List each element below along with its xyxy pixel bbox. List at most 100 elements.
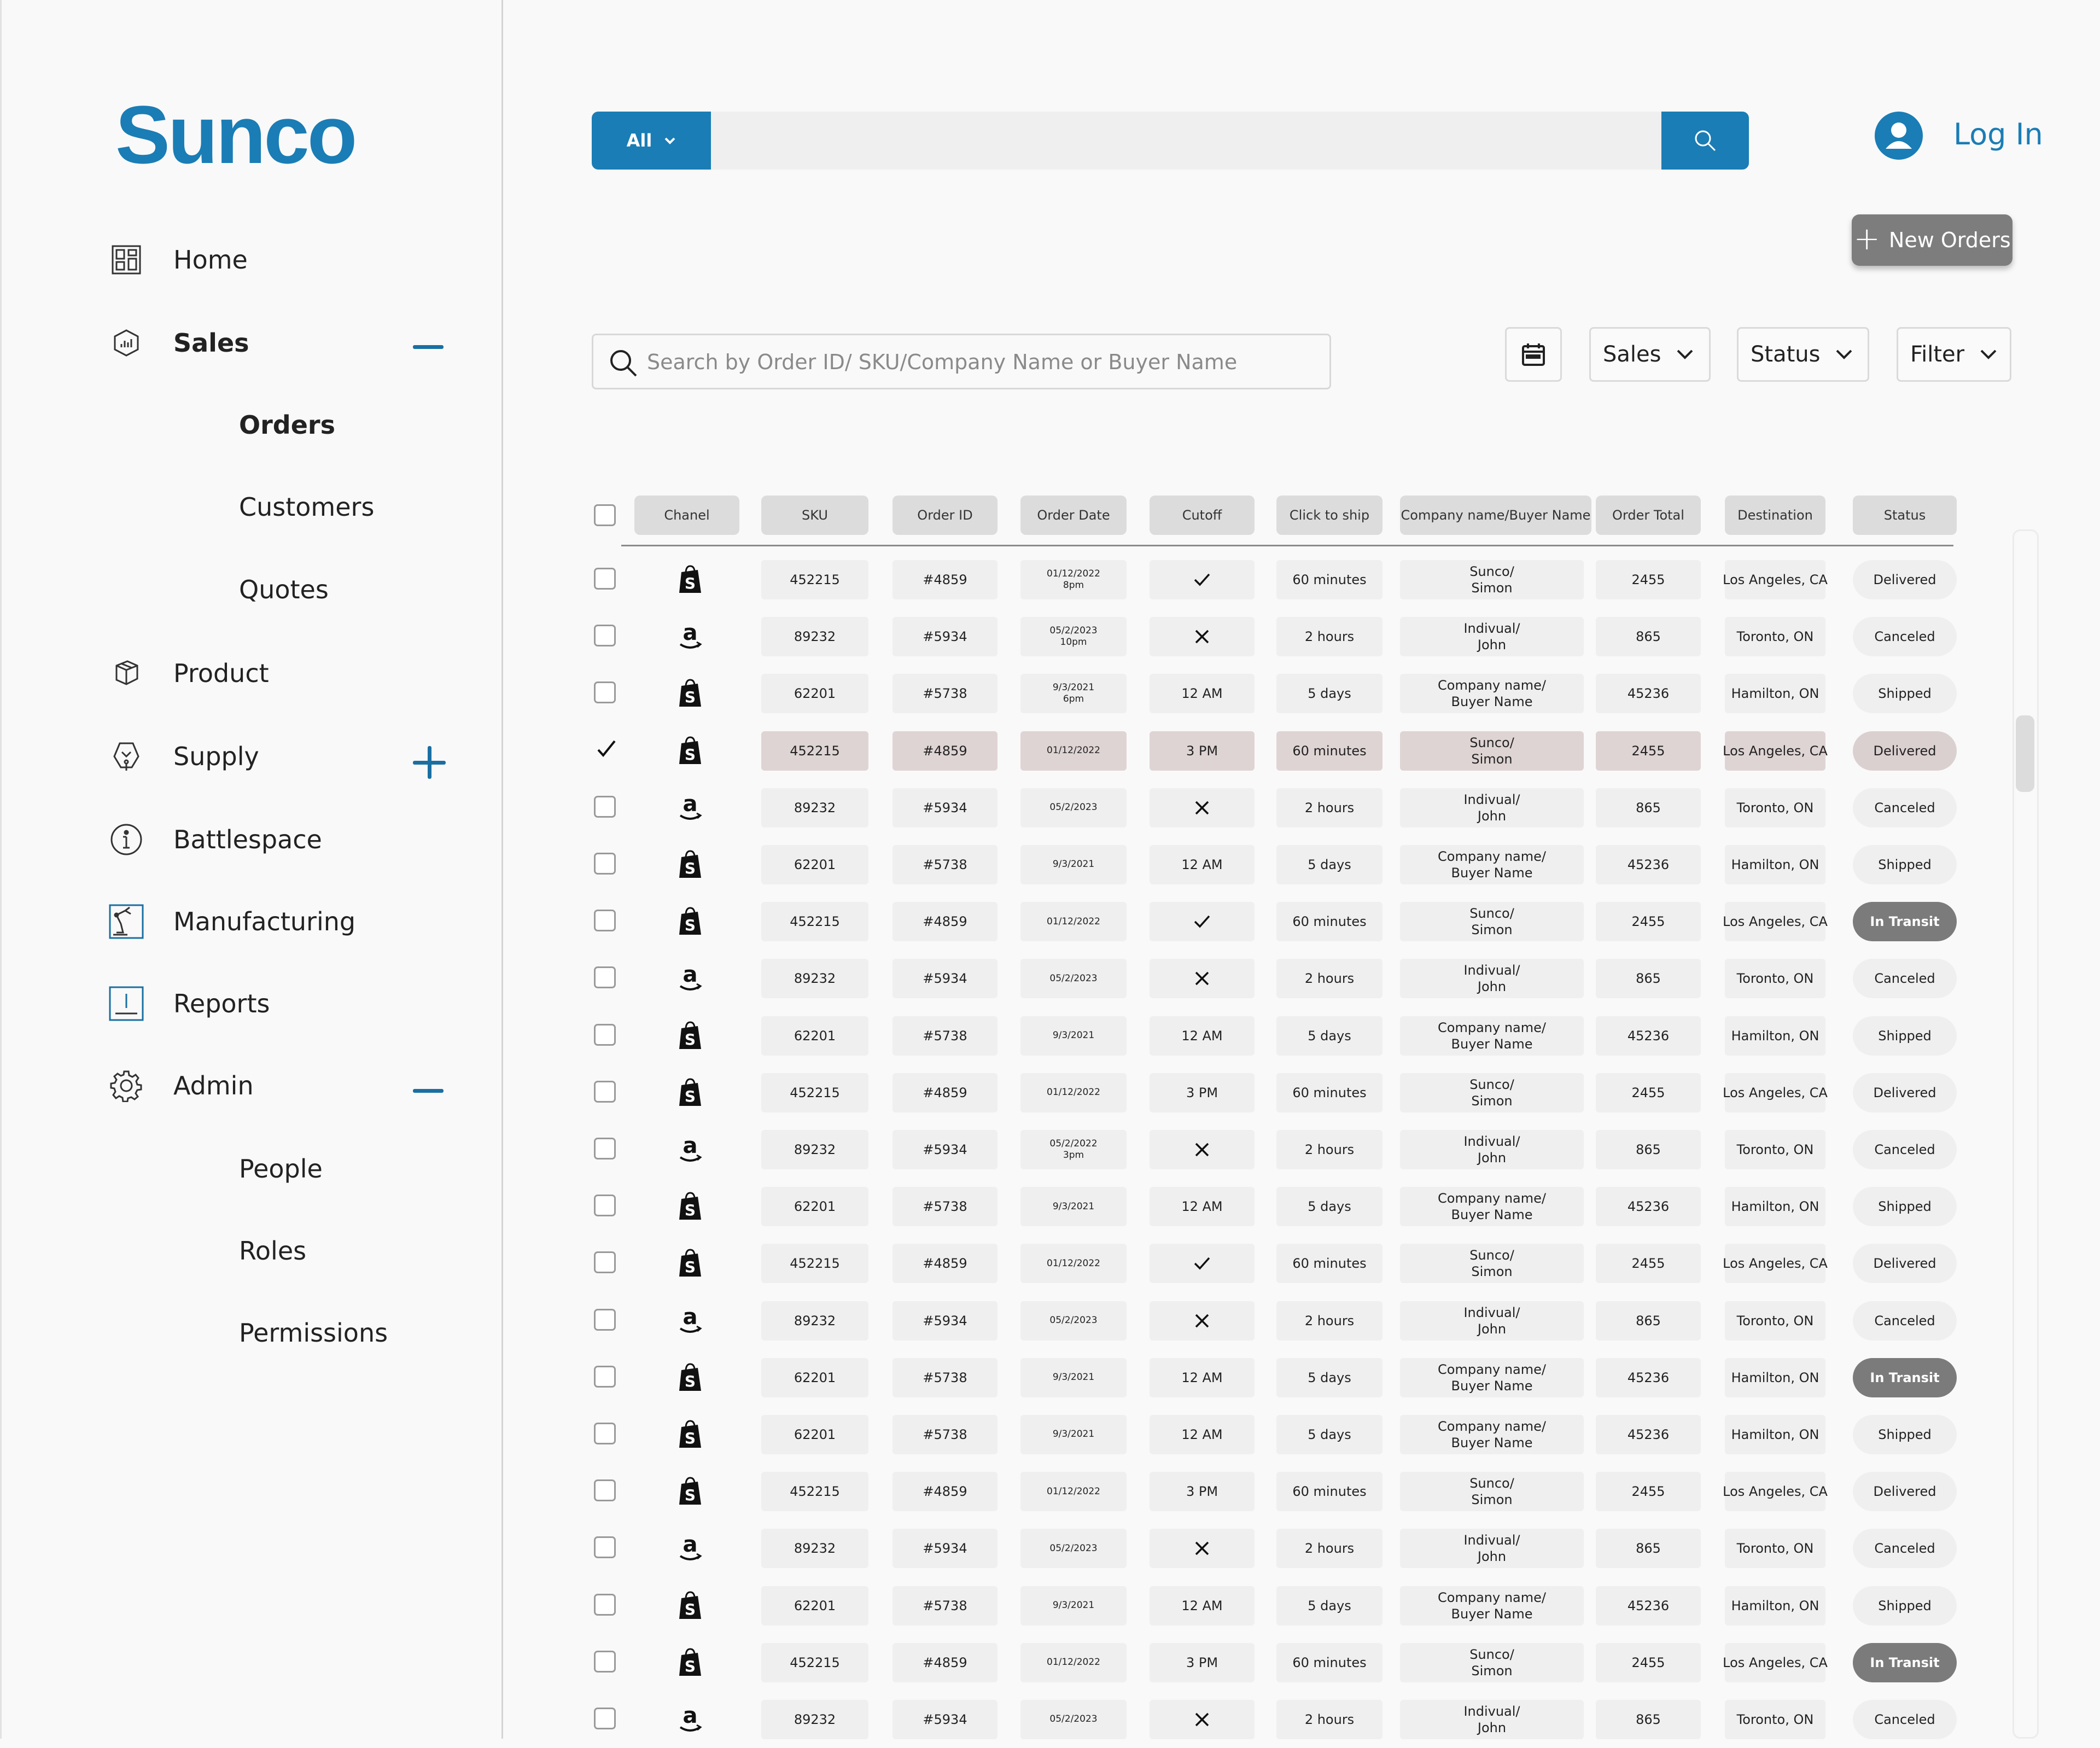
- row-checkbox[interactable]: [594, 1536, 616, 1559]
- order-id-cell[interactable]: #4859: [892, 1472, 998, 1512]
- table-row[interactable]: S 452215 #4859 01/12/2022 8pm 60 minutes Sunco…: [592, 551, 1959, 608]
- click-to-ship-cell[interactable]: 2 hours: [1276, 617, 1382, 657]
- sidebar-subitem-quotes[interactable]: Quotes: [239, 575, 329, 604]
- row-checkbox[interactable]: [594, 1023, 616, 1046]
- click-to-ship-cell[interactable]: 2 hours: [1276, 788, 1382, 828]
- search-button[interactable]: [1661, 112, 1749, 170]
- status-badge[interactable]: In Transit: [1853, 1357, 1957, 1397]
- order-id-cell[interactable]: #5934: [892, 959, 998, 999]
- click-to-ship-cell[interactable]: 5 days: [1276, 1357, 1382, 1397]
- click-to-ship-cell[interactable]: 60 minutes: [1276, 731, 1382, 771]
- click-to-ship-cell[interactable]: 5 days: [1276, 1016, 1382, 1056]
- click-to-ship-cell[interactable]: 60 minutes: [1276, 1472, 1382, 1512]
- table-row[interactable]: a 89232 #5934 05/2/2023 2 hours Indivual/John…: [592, 779, 1959, 836]
- sidebar-subitem-people[interactable]: People: [239, 1154, 323, 1184]
- table-row[interactable]: S 62201 #5738 9/3/2021 12 AM 5 days Company na…: [592, 1178, 1959, 1235]
- sidebar-item-admin[interactable]: Admin: [109, 1061, 254, 1110]
- row-checkbox[interactable]: [594, 1423, 616, 1444]
- column-header-company[interactable]: Company name/Buyer Name: [1400, 496, 1591, 535]
- table-row[interactable]: S 62201 #5738 9/3/2021 12 AM 5 days Company na…: [592, 836, 1959, 893]
- table-row[interactable]: S 62201 #5738 9/3/2021 12 AM 5 days Company na…: [592, 1406, 1959, 1463]
- row-checkbox[interactable]: [594, 681, 616, 704]
- status-badge[interactable]: Delivered: [1853, 731, 1957, 771]
- order-id-cell[interactable]: #5738: [892, 674, 998, 714]
- avatar[interactable]: [1875, 112, 1923, 160]
- status-badge[interactable]: Shipped: [1853, 1586, 1957, 1625]
- order-search-input[interactable]: [646, 335, 1315, 389]
- table-row[interactable]: a 89232 #5934 05/2/2023 2 hours Indivual/John…: [592, 1292, 1959, 1349]
- row-checkbox[interactable]: [594, 1479, 616, 1502]
- filter-dropdown[interactable]: Filter: [1897, 327, 2011, 382]
- row-checkbox[interactable]: [594, 1365, 616, 1388]
- column-header-chanel[interactable]: Chanel: [634, 496, 739, 535]
- table-row[interactable]: S 452215 #4859 01/12/2022 3 PM 60 minutes Sunc…: [592, 1064, 1959, 1121]
- table-row[interactable]: S 452215 #4859 01/12/2022 60 minutes Sunco/Si…: [592, 1235, 1959, 1292]
- sidebar-item-sales[interactable]: Sales: [109, 318, 249, 368]
- row-checkbox[interactable]: [594, 1080, 616, 1103]
- status-badge[interactable]: Canceled: [1853, 1529, 1957, 1569]
- global-search-input[interactable]: [711, 112, 1705, 170]
- status-badge[interactable]: In Transit: [1853, 902, 1957, 942]
- order-id-cell[interactable]: #5934: [892, 788, 998, 828]
- status-badge[interactable]: Canceled: [1853, 1301, 1957, 1341]
- scrollbar-thumb[interactable]: [2016, 715, 2034, 792]
- sidebar-item-manufacturing[interactable]: Manufacturing: [109, 897, 355, 946]
- click-to-ship-cell[interactable]: 60 minutes: [1276, 1244, 1382, 1284]
- date-picker-button[interactable]: [1505, 327, 1562, 382]
- table-row[interactable]: a 89232 #5934 05/2/2022 3pm 2 hours Indivual/J…: [592, 1121, 1959, 1178]
- order-id-cell[interactable]: #4859: [892, 902, 998, 942]
- column-header-status[interactable]: Status: [1853, 496, 1957, 535]
- status-badge[interactable]: Shipped: [1853, 1016, 1957, 1056]
- order-id-cell[interactable]: #4859: [892, 1244, 998, 1284]
- column-header-order-date[interactable]: Order Date: [1020, 496, 1127, 535]
- table-row[interactable]: a 89232 #5934 05/2/2023 2 hours Indivual/John…: [592, 1691, 1959, 1748]
- table-row[interactable]: S 452215 #4859 01/12/2022 3 PM 60 minutes Sunc…: [592, 1463, 1959, 1520]
- order-id-cell[interactable]: #5738: [892, 1357, 998, 1397]
- table-row[interactable]: S 62201 #5738 9/3/2021 6pm 12 AM 5 days Company…: [592, 665, 1959, 722]
- click-to-ship-cell[interactable]: 5 days: [1276, 674, 1382, 714]
- supply-expand-button[interactable]: [413, 746, 446, 779]
- sidebar-subitem-orders[interactable]: Orders: [239, 410, 335, 440]
- row-checkbox[interactable]: [594, 1138, 616, 1159]
- new-orders-button[interactable]: + New Orders: [1852, 214, 2012, 266]
- sidebar-item-battlespace[interactable]: Battlespace: [109, 815, 322, 864]
- status-badge[interactable]: Shipped: [1853, 1415, 1957, 1454]
- status-badge[interactable]: Delivered: [1853, 1073, 1957, 1112]
- order-id-cell[interactable]: #5738: [892, 1016, 998, 1056]
- table-row[interactable]: a 89232 #5934 05/2/2023 2 hours Indivual/John…: [592, 950, 1959, 1007]
- status-badge[interactable]: Delivered: [1853, 1244, 1957, 1284]
- order-id-cell[interactable]: #5934: [892, 617, 998, 657]
- brand-logo[interactable]: Sunco: [115, 88, 357, 182]
- column-header-order-total[interactable]: Order Total: [1596, 496, 1701, 535]
- column-header-destination[interactable]: Destination: [1725, 496, 1825, 535]
- admin-collapse-button[interactable]: [413, 1075, 444, 1106]
- status-badge[interactable]: Canceled: [1853, 788, 1957, 828]
- order-id-cell[interactable]: #5934: [892, 1130, 998, 1169]
- row-checkbox[interactable]: [594, 1593, 616, 1616]
- order-id-cell[interactable]: #4859: [892, 560, 998, 599]
- row-checkbox[interactable]: [594, 568, 616, 590]
- sales-dropdown[interactable]: Sales: [1589, 327, 1711, 382]
- order-id-cell[interactable]: #4859: [892, 1642, 998, 1682]
- table-row[interactable]: S 452215 #4859 01/12/2022 3 PM 60 minutes Sunc…: [592, 1634, 1959, 1691]
- row-checkbox[interactable]: [594, 1650, 616, 1673]
- click-to-ship-cell[interactable]: 5 days: [1276, 845, 1382, 884]
- status-badge[interactable]: Canceled: [1853, 1130, 1957, 1169]
- order-id-cell[interactable]: #5934: [892, 1529, 998, 1569]
- table-row[interactable]: a 89232 #5934 05/2/2023 2 hours Indivual/John…: [592, 1520, 1959, 1577]
- click-to-ship-cell[interactable]: 2 hours: [1276, 1301, 1382, 1341]
- row-checkbox[interactable]: [594, 795, 616, 818]
- click-to-ship-cell[interactable]: 2 hours: [1276, 959, 1382, 999]
- row-checkbox[interactable]: [594, 739, 616, 761]
- order-id-cell[interactable]: #4859: [892, 731, 998, 771]
- search-scope-dropdown[interactable]: All: [592, 112, 711, 170]
- click-to-ship-cell[interactable]: 60 minutes: [1276, 902, 1382, 942]
- status-badge[interactable]: Canceled: [1853, 959, 1957, 999]
- column-header-sku[interactable]: SKU: [761, 496, 868, 535]
- order-id-cell[interactable]: #5934: [892, 1301, 998, 1341]
- table-row[interactable]: S 452215 #4859 01/12/2022 3 PM 60 minutes Sunc…: [592, 722, 1959, 779]
- status-dropdown[interactable]: Status: [1737, 327, 1869, 382]
- table-row[interactable]: a 89232 #5934 05/2/2023 10pm 2 hours Indivual/…: [592, 608, 1959, 665]
- select-all-checkbox[interactable]: [594, 504, 616, 526]
- click-to-ship-cell[interactable]: 5 days: [1276, 1187, 1382, 1227]
